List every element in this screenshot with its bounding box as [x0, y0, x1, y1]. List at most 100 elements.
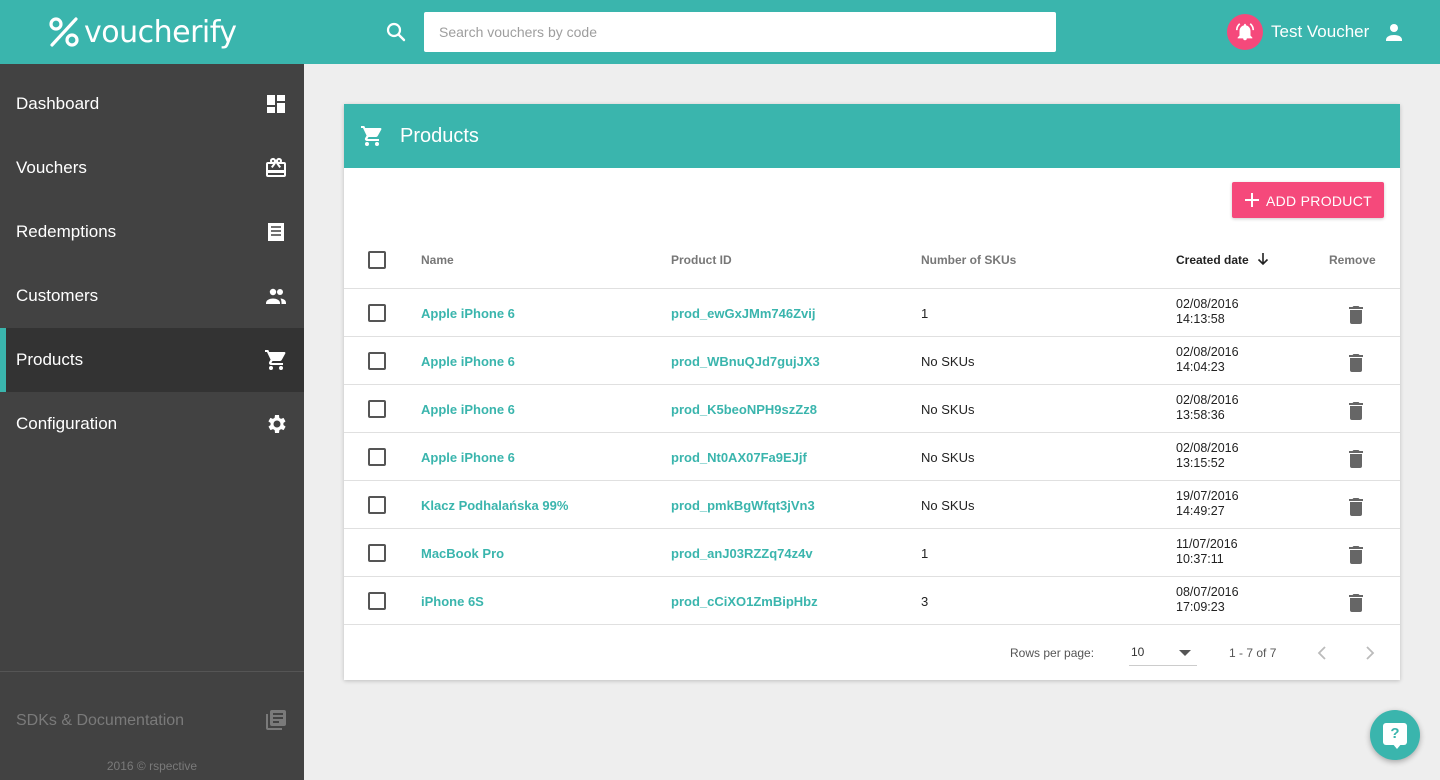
add-product-button[interactable]: ADD PRODUCT — [1232, 182, 1384, 218]
row-checkbox[interactable] — [368, 544, 386, 562]
account-icon[interactable] — [1382, 20, 1406, 44]
created-date-day: 08/07/2016 — [1176, 585, 1239, 599]
notification-button[interactable] — [1227, 14, 1263, 50]
product-name-link[interactable]: Klacz Podhalańska 99% — [421, 498, 568, 513]
library-books-icon — [266, 710, 286, 730]
sku-count: 1 — [921, 306, 929, 321]
table-row[interactable]: Apple iPhone 6 prod_ewGxJMm746Zvij 1 02/08/… — [344, 288, 1400, 336]
card-header: Products — [344, 104, 1400, 168]
user-name[interactable]: Test Voucher — [1271, 22, 1369, 42]
delete-icon[interactable] — [1344, 351, 1368, 375]
created-date-day: 02/08/2016 — [1176, 441, 1239, 455]
product-id-link[interactable]: prod_anJ03RZZq74z4v — [671, 546, 813, 561]
rows-per-page-select[interactable]: 10 — [1129, 640, 1197, 666]
sidebar-item-label: Dashboard — [16, 94, 100, 113]
sort-descending-icon[interactable] — [1256, 252, 1270, 266]
product-id-link[interactable]: prod_K5beoNPH9szZz8 — [671, 402, 817, 417]
table-row[interactable]: Apple iPhone 6 prod_Nt0AX07Fa9EJjf No SKUs… — [344, 432, 1400, 480]
previous-page-icon[interactable] — [1310, 641, 1334, 665]
gear-icon — [268, 415, 286, 433]
row-checkbox[interactable] — [368, 496, 386, 514]
table-row[interactable]: Apple iPhone 6 prod_WBnuQJd7gujJX3 No SKUs… — [344, 336, 1400, 384]
products-card: Products ADD PRODUCT Name Product ID Num… — [344, 104, 1400, 680]
product-name-link[interactable]: Apple iPhone 6 — [421, 450, 515, 465]
product-name-link[interactable]: Apple iPhone 6 — [421, 306, 515, 321]
row-checkbox[interactable] — [368, 592, 386, 610]
sidebar-item-label: Customers — [16, 286, 99, 305]
row-checkbox[interactable] — [368, 352, 386, 370]
sidebar-item-configuration[interactable]: Configuration — [0, 392, 304, 456]
created-date-time: 13:58:36 — [1176, 408, 1225, 422]
column-header-remove: Remove — [1329, 253, 1376, 267]
created-date-day: 02/08/2016 — [1176, 393, 1239, 407]
row-checkbox[interactable] — [368, 448, 386, 466]
column-header-name[interactable]: Name — [421, 253, 454, 267]
product-id-link[interactable]: prod_pmkBgWfqt3jVn3 — [671, 498, 815, 513]
dashboard-icon — [267, 95, 285, 113]
search-icon[interactable] — [384, 20, 408, 44]
created-date-time: 17:09:23 — [1176, 600, 1225, 614]
sku-count: 1 — [921, 546, 929, 561]
top-bar: voucherify Test Voucher — [0, 0, 1440, 64]
add-product-label: ADD PRODUCT — [1266, 193, 1372, 209]
delete-icon[interactable] — [1344, 543, 1368, 567]
column-header-number-of-skus[interactable]: Number of SKUs — [921, 253, 1016, 267]
sidebar-item-products[interactable]: Products — [0, 328, 304, 392]
sdk-documentation-label: SDKs & Documentation — [16, 712, 185, 729]
created-date-time: 10:37:11 — [1176, 552, 1224, 566]
sidebar-item-customers[interactable]: Customers — [0, 264, 304, 328]
created-date: 08/07/2016 17:09:23 — [1176, 585, 1239, 615]
table-row[interactable]: iPhone 6S prod_cCiXO1ZmBipHbz 3 08/07/2016 1… — [344, 576, 1400, 624]
sidebar-item-label: Vouchers — [16, 158, 87, 177]
column-header-product-id[interactable]: Product ID — [671, 253, 732, 267]
search-input[interactable] — [424, 12, 1056, 52]
delete-icon[interactable] — [1344, 591, 1368, 615]
sidebar-item-redemptions[interactable]: Redemptions — [0, 200, 304, 264]
sku-count: No SKUs — [921, 354, 975, 369]
sidebar-divider — [0, 671, 304, 672]
product-name-link[interactable]: iPhone 6S — [421, 594, 484, 609]
table-row[interactable]: Apple iPhone 6 prod_K5beoNPH9szZz8 No SKUs… — [344, 384, 1400, 432]
logo-text: voucherify — [84, 14, 237, 50]
sku-count: 3 — [921, 594, 929, 609]
table-bottom-divider — [344, 624, 1400, 625]
delete-icon[interactable] — [1344, 495, 1368, 519]
row-checkbox[interactable] — [368, 400, 386, 418]
delete-icon[interactable] — [1344, 303, 1368, 327]
sku-count: No SKUs — [921, 402, 975, 417]
created-date: 02/08/2016 13:58:36 — [1176, 393, 1239, 423]
select-all-checkbox[interactable] — [368, 251, 386, 269]
sku-count: No SKUs — [921, 450, 975, 465]
column-header-created-date[interactable]: Created date — [1176, 253, 1249, 267]
rows-per-page-value: 10 — [1131, 645, 1145, 659]
product-id-link[interactable]: prod_ewGxJMm746Zvij — [671, 306, 816, 321]
next-page-icon[interactable] — [1358, 641, 1382, 665]
table-row[interactable]: MacBook Pro prod_anJ03RZZq74z4v 1 11/07/201… — [344, 528, 1400, 576]
product-name-link[interactable]: Apple iPhone 6 — [421, 354, 515, 369]
product-id-link[interactable]: prod_Nt0AX07Fa9EJjf — [671, 450, 807, 465]
bell-ringing-icon — [1235, 23, 1255, 41]
chat-help-icon: ? — [1383, 723, 1407, 749]
voucherify-logo[interactable]: voucherify — [48, 12, 237, 52]
people-icon — [266, 288, 286, 304]
product-name-link[interactable]: MacBook Pro — [421, 546, 504, 561]
rows-per-page-label: Rows per page: — [1010, 646, 1095, 660]
sidebar-item-vouchers[interactable]: Vouchers — [0, 136, 304, 200]
product-name-link[interactable]: Apple iPhone 6 — [421, 402, 515, 417]
help-chat-button[interactable]: ? — [1370, 710, 1420, 760]
product-id-link[interactable]: prod_cCiXO1ZmBipHbz — [671, 594, 818, 609]
row-checkbox[interactable] — [368, 304, 386, 322]
delete-icon[interactable] — [1344, 447, 1368, 471]
created-date: 11/07/2016 10:37:11 — [1176, 537, 1238, 567]
created-date-time: 14:13:58 — [1176, 312, 1225, 326]
table-row[interactable]: Klacz Podhalańska 99% prod_pmkBgWfqt3jVn3… — [344, 480, 1400, 528]
created-date-time: 14:49:27 — [1176, 504, 1225, 518]
sidebar-item-sdks-documentation[interactable]: SDKs & Documentation — [0, 688, 304, 752]
sidebar-item-label: Configuration — [16, 414, 118, 433]
delete-icon[interactable] — [1344, 399, 1368, 423]
dropdown-arrow-icon — [1179, 650, 1191, 656]
copyright-text: 2016 © rspective — [106, 759, 198, 773]
cart-icon — [361, 126, 382, 146]
sidebar-item-dashboard[interactable]: Dashboard — [0, 72, 304, 136]
product-id-link[interactable]: prod_WBnuQJd7gujJX3 — [671, 354, 820, 369]
